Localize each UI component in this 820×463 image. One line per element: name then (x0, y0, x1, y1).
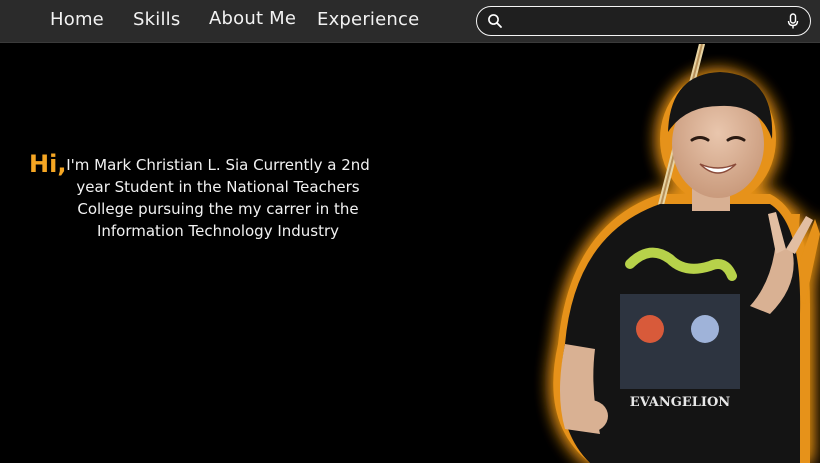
microphone-icon[interactable] (786, 13, 800, 30)
shirt-logo-text: EVANGELION (630, 395, 731, 410)
top-navbar: Home Skills About Me Experience (0, 0, 820, 43)
profile-photo: EVANGELION (553, 44, 820, 463)
nav-about-link[interactable]: About Me (209, 8, 296, 29)
search-bar[interactable] (476, 6, 811, 36)
search-input[interactable] (509, 10, 769, 32)
greeting-text: Hi, (29, 150, 67, 178)
nav-home-link[interactable]: Home (50, 9, 104, 30)
hero-section: Hi, I'm Mark Christian L. Sia Currently … (0, 44, 820, 463)
nav-skills-link[interactable]: Skills (133, 9, 180, 30)
nav-experience-link[interactable]: Experience (317, 9, 419, 30)
intro-paragraph: I'm Mark Christian L. Sia Currently a 2n… (66, 156, 370, 240)
search-icon[interactable] (487, 13, 503, 29)
